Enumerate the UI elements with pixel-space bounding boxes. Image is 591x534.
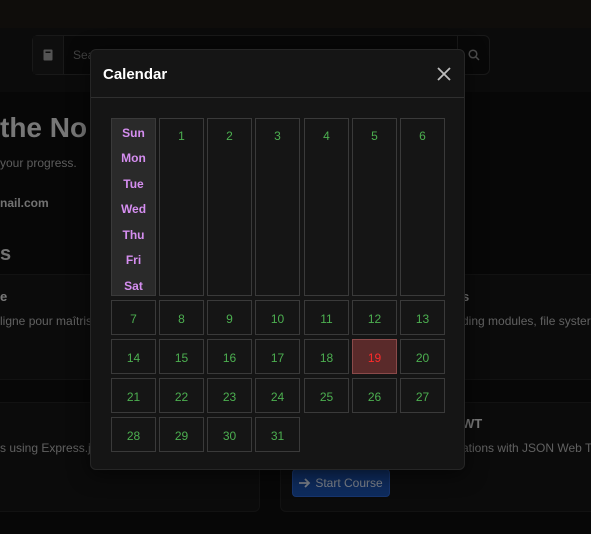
day-name-wed: Wed [120,202,147,216]
close-icon [437,67,451,81]
calendar-day-cell[interactable]: 24 [255,378,300,413]
modal-header: Calendar [91,50,464,98]
calendar-day-cell[interactable]: 21 [111,378,156,413]
calendar-day-cell[interactable]: 18 [304,339,349,374]
calendar-day-cell[interactable]: 23 [207,378,252,413]
day-name-thu: Thu [122,228,145,242]
calendar-day-cell[interactable]: 7 [111,300,156,335]
calendar-day-cell[interactable]: 17 [255,339,300,374]
calendar-day-cell[interactable]: 6 [400,118,445,296]
calendar-day-cell[interactable]: 26 [352,378,397,413]
day-names-column: Sun Mon Tue Wed Thu Fri Sat [111,118,156,296]
calendar-day-cell[interactable]: 12 [352,300,397,335]
calendar-day-cell[interactable]: 2 [207,118,252,296]
calendar-day-cell[interactable]: 5 [352,118,397,296]
calendar-day-cell[interactable]: 29 [159,417,204,452]
calendar-day-cell[interactable]: 30 [207,417,252,452]
calendar-day-cell[interactable]: 3 [255,118,300,296]
calendar-day-cell[interactable]: 4 [304,118,349,296]
calendar-day-cell[interactable]: 1 [159,118,204,296]
calendar-day-cell[interactable]: 22 [159,378,204,413]
calendar-day-cell[interactable]: 13 [400,300,445,335]
calendar-day-cell[interactable]: 25 [304,378,349,413]
calendar-day-cell[interactable]: 8 [159,300,204,335]
day-name-mon: Mon [121,151,146,165]
day-name-sun: Sun [122,126,145,140]
day-name-tue: Tue [123,177,144,191]
day-name-sat: Sat [124,279,143,293]
calendar-day-cell[interactable]: 14 [111,339,156,374]
day-name-fri: Fri [125,253,142,267]
calendar-day-cell[interactable]: 11 [304,300,349,335]
calendar-day-cell[interactable]: 16 [207,339,252,374]
close-button[interactable] [434,64,454,84]
calendar-modal: Calendar Sun Mon Tue Wed Thu Fri Sat 1 2… [90,49,465,470]
calendar-day-cell[interactable]: 28 [111,417,156,452]
calendar-day-cell[interactable]: 27 [400,378,445,413]
calendar-day-cell[interactable]: 15 [159,339,204,374]
calendar-day-cell[interactable]: 9 [207,300,252,335]
calendar-day-cell[interactable]: 31 [255,417,300,452]
calendar-day-cell[interactable]: 10 [255,300,300,335]
calendar-day-cell[interactable]: 20 [400,339,445,374]
calendar-day-cell-today[interactable]: 19 [352,339,397,374]
modal-title: Calendar [103,66,168,83]
